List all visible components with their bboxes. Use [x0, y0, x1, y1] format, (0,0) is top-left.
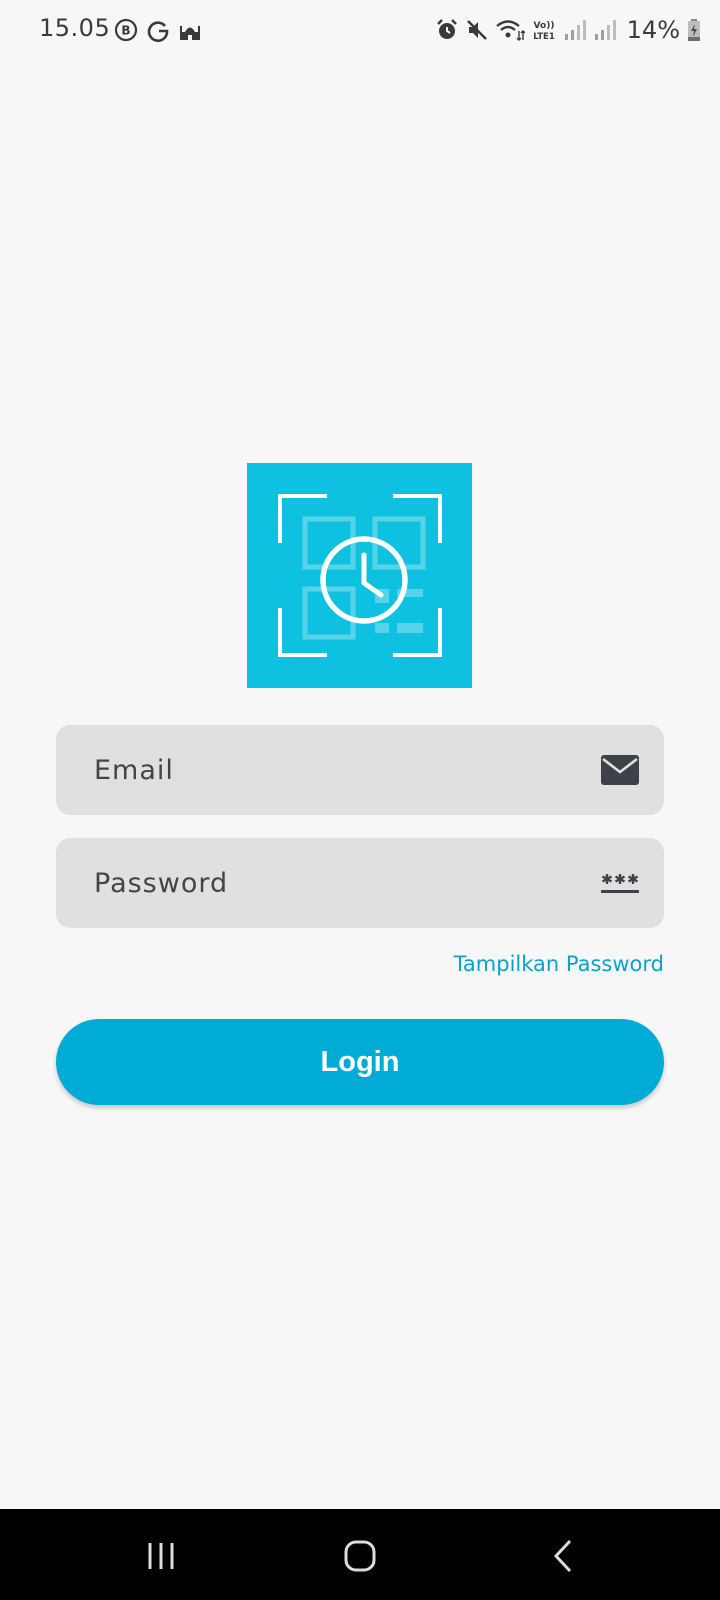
mute-icon	[465, 18, 489, 42]
status-left-icons: B	[114, 16, 202, 44]
home-icon	[344, 1540, 376, 1572]
back-icon	[553, 1539, 572, 1573]
app-logo	[247, 463, 472, 688]
password-input[interactable]	[94, 838, 574, 928]
navigation-bar	[0, 1509, 720, 1600]
status-right-icons: Vo)) LTE1 14%	[435, 16, 702, 44]
g-icon	[146, 18, 170, 42]
battery-icon	[686, 18, 702, 42]
home-button[interactable]	[335, 1531, 385, 1581]
back-button[interactable]	[538, 1531, 588, 1581]
wifi-icon	[495, 18, 525, 42]
qr-clock-icon	[278, 494, 442, 657]
email-input[interactable]	[94, 725, 574, 815]
mosque-icon	[178, 18, 202, 42]
login-button[interactable]: Login	[56, 1019, 664, 1105]
signal-icon	[563, 18, 587, 42]
svg-text:B: B	[121, 24, 130, 38]
alarm-icon	[435, 18, 459, 42]
password-icon	[600, 863, 640, 903]
svg-text:Vo)): Vo))	[533, 21, 554, 31]
bbm-icon: B	[114, 18, 138, 42]
svg-text:LTE1: LTE1	[533, 32, 555, 42]
show-password-link[interactable]: Tampilkan Password	[454, 952, 664, 976]
battery-percent: 14%	[626, 16, 680, 44]
volte-icon: Vo)) LTE1	[531, 18, 557, 42]
status-bar: 15.05 B Vo)) LTE1 14%	[0, 0, 720, 60]
recents-icon	[148, 1543, 174, 1569]
email-field-container	[56, 725, 664, 815]
recents-button[interactable]	[136, 1531, 186, 1581]
signal-icon	[593, 18, 617, 42]
mail-icon	[600, 750, 640, 790]
status-time: 15.05	[39, 14, 111, 42]
password-field-container	[56, 838, 664, 928]
